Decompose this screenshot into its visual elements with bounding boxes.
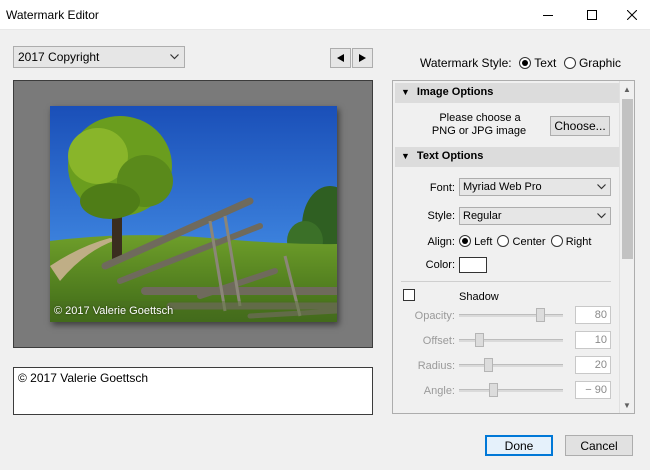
watermark-preview: © 2017 Valerie Goettsch	[13, 80, 373, 348]
align-center-label: Center	[512, 236, 546, 248]
radius-slider-track[interactable]	[459, 364, 563, 367]
options-panel: ▼ Image Options Please choose a PNG or JP…	[392, 80, 635, 414]
choose-image-button[interactable]: Choose...	[550, 116, 610, 136]
chevron-down-icon	[170, 54, 179, 60]
maximize-button[interactable]	[574, 0, 610, 30]
preset-selected-label: 2017 Copyright	[18, 50, 100, 64]
align-radio-group: Left Center Right	[459, 235, 591, 248]
shadow-checkbox[interactable]	[403, 289, 415, 301]
style-graphic-label: Graphic	[578, 55, 621, 70]
scroll-down-icon[interactable]: ▼	[623, 401, 631, 410]
options-scrollbar[interactable]: ▲ ▼	[619, 81, 634, 413]
color-label: Color:	[425, 259, 455, 271]
shadow-label: Shadow	[459, 291, 499, 303]
chevron-down-icon	[597, 213, 606, 219]
minimize-button[interactable]	[530, 0, 566, 30]
minimize-icon	[543, 15, 553, 16]
scrollbar-thumb[interactable]	[622, 99, 633, 259]
font-label: Font:	[429, 182, 455, 194]
close-button[interactable]	[614, 0, 650, 30]
image-options-header[interactable]: ▼ Image Options	[395, 83, 619, 103]
opacity-slider-track[interactable]	[459, 314, 563, 317]
collapse-triangle-icon: ▼	[401, 87, 410, 97]
font-style-selected: Regular	[463, 210, 502, 222]
align-left-radio[interactable]	[459, 235, 471, 247]
section-divider	[401, 281, 611, 282]
opacity-label: Opacity:	[414, 310, 455, 322]
offset-value-field[interactable]: 10	[575, 331, 611, 349]
chevron-down-icon	[597, 184, 606, 190]
close-icon	[627, 10, 637, 20]
style-graphic-radio[interactable]	[563, 56, 576, 69]
preview-photo: © 2017 Valerie Goettsch	[50, 106, 337, 322]
preset-dropdown[interactable]: 2017 Copyright	[13, 46, 185, 68]
maximize-icon	[587, 10, 597, 20]
radius-label: Radius:	[417, 360, 455, 372]
triangle-left-icon	[337, 54, 344, 62]
triangle-right-icon	[359, 54, 366, 62]
image-options-title: Image Options	[416, 86, 494, 98]
image-prompt-line2: PNG or JPG image	[431, 125, 527, 137]
angle-slider-track[interactable]	[459, 389, 563, 392]
style-label: Style:	[427, 210, 455, 222]
align-center-radio[interactable]	[497, 235, 510, 247]
angle-slider-thumb[interactable]	[489, 383, 498, 397]
radius-value-field[interactable]: 20	[575, 356, 611, 374]
style-text-label: Text	[534, 55, 557, 70]
align-left-label: Left	[474, 236, 493, 248]
font-style-dropdown[interactable]: Regular	[459, 207, 611, 225]
preview-watermark-text: © 2017 Valerie Goettsch	[54, 305, 174, 317]
offset-label: Offset:	[422, 335, 455, 347]
window-title: Watermark Editor	[6, 8, 99, 22]
align-label: Align:	[427, 236, 455, 248]
text-options-header[interactable]: ▼ Text Options	[395, 147, 619, 167]
image-prompt-line1: Please choose a	[439, 112, 521, 124]
cancel-button[interactable]: Cancel	[565, 435, 633, 456]
radius-slider-thumb[interactable]	[484, 358, 493, 372]
offset-slider-thumb[interactable]	[475, 333, 484, 347]
font-selected: Myriad Web Pro	[463, 181, 542, 193]
previous-image-button[interactable]	[330, 48, 351, 68]
align-right-radio[interactable]	[550, 235, 563, 247]
align-right-label: Right	[565, 236, 592, 248]
angle-value-field[interactable]: − 90	[575, 381, 611, 399]
angle-label: Angle:	[423, 385, 455, 397]
watermark-text-input[interactable]: © 2017 Valerie Goettsch	[13, 367, 373, 415]
opacity-value-field[interactable]: 80	[575, 306, 611, 324]
style-text-radio[interactable]	[518, 56, 531, 69]
title-bar: Watermark Editor	[0, 0, 650, 30]
text-color-swatch[interactable]	[459, 257, 487, 273]
watermark-style-group: Watermark Style: Text Graphic	[420, 55, 621, 70]
scroll-up-icon[interactable]: ▲	[623, 85, 631, 94]
font-dropdown[interactable]: Myriad Web Pro	[459, 178, 611, 196]
collapse-triangle-icon: ▼	[401, 151, 410, 161]
done-button[interactable]: Done	[485, 435, 553, 456]
opacity-slider-thumb[interactable]	[536, 308, 545, 322]
next-image-button[interactable]	[352, 48, 373, 68]
landscape-photo	[50, 106, 337, 322]
text-options-title: Text Options	[416, 150, 484, 162]
watermark-style-label: Watermark Style:	[420, 55, 512, 70]
options-panel-content: ▼ Image Options Please choose a PNG or JP…	[393, 81, 619, 413]
